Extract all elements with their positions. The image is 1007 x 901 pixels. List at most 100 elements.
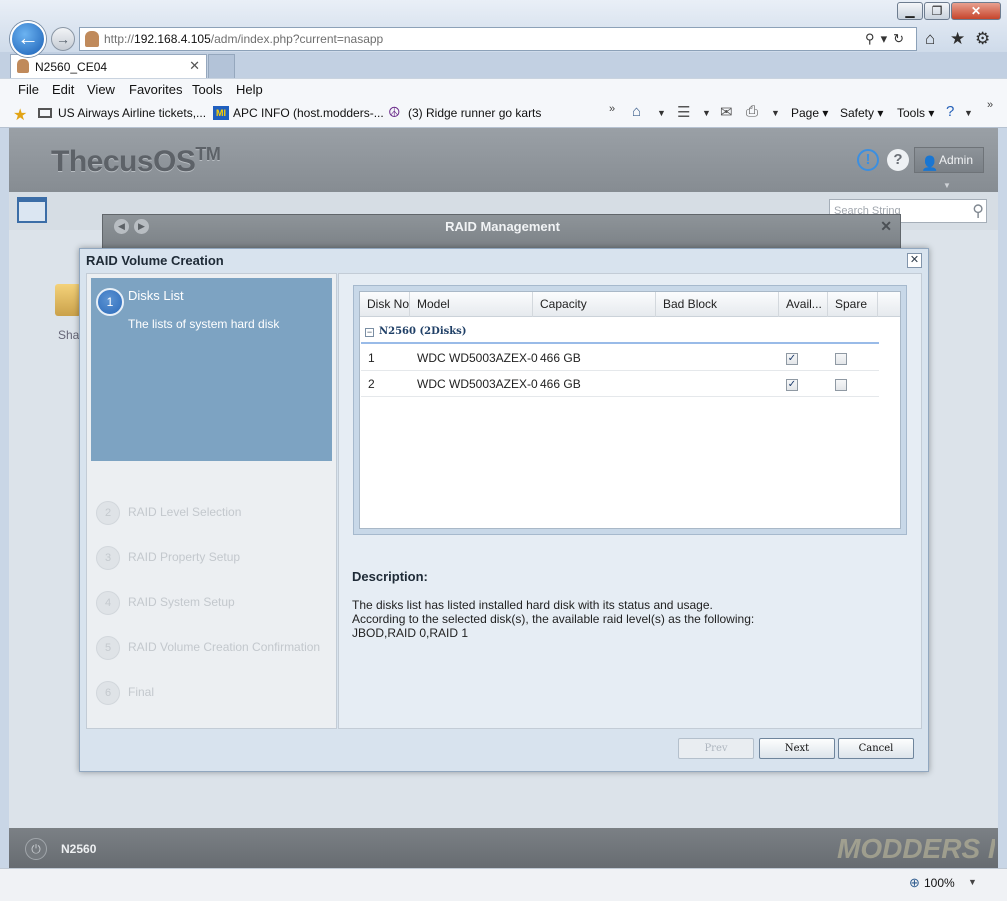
menu-edit[interactable]: Edit xyxy=(52,82,74,97)
step-label: Disks List xyxy=(128,288,184,303)
feeds-icon[interactable]: ☰ xyxy=(677,103,690,121)
power-icon[interactable]: ⏻ xyxy=(25,838,47,860)
more-favorites-icon[interactable]: » xyxy=(609,103,615,115)
column-bad-block[interactable]: Bad Block xyxy=(656,292,779,317)
modders-inc-watermark: MODDERS INC xyxy=(837,833,995,864)
os-footer: ⏻ N2560 MODDERS INC xyxy=(9,828,998,868)
column-spare[interactable]: Spare xyxy=(828,292,878,317)
mail-icon[interactable]: ✉ xyxy=(720,103,733,121)
refresh-icon[interactable]: ↻ xyxy=(893,31,910,46)
menu-tools[interactable]: Tools xyxy=(192,82,222,97)
share-folder-icon[interactable] xyxy=(55,284,81,316)
tab-n2560[interactable]: N2560_CE04 ✕ xyxy=(10,54,207,78)
maximize-button[interactable]: ❐ xyxy=(924,2,950,20)
cancel-button[interactable]: Cancel xyxy=(838,738,914,759)
close-window-button[interactable]: ✕ xyxy=(951,2,1001,20)
more-commands-icon[interactable]: » xyxy=(987,99,993,111)
step-number: 3 xyxy=(96,546,120,570)
favorite-airline-tickets[interactable]: Airline tickets,... xyxy=(122,106,206,120)
menu-file[interactable]: File xyxy=(18,82,39,97)
dropdown-icon[interactable]: ▼ xyxy=(657,108,666,118)
url-prefix: http:// xyxy=(104,32,135,46)
tab-favicon-icon xyxy=(17,59,29,73)
cell-disk-no: 2 xyxy=(368,377,375,391)
info-icon[interactable]: ! xyxy=(857,149,879,171)
search-icon[interactable]: ⚲ xyxy=(972,201,984,221)
favorite-ridge-runner[interactable]: (3) Ridge runner go karts xyxy=(408,106,541,120)
step-number: 6 xyxy=(96,681,120,705)
menu-bar: File Edit View Favorites Tools Help xyxy=(0,78,1007,100)
step-number: 5 xyxy=(96,636,120,660)
help-icon[interactable]: ? xyxy=(887,149,909,171)
dialog-close-button[interactable]: ✕ xyxy=(907,253,922,268)
back-button[interactable]: ← xyxy=(10,21,46,57)
disk-group-row[interactable]: − N2560 (2Disks) xyxy=(361,322,879,344)
available-checkbox[interactable]: ✓ xyxy=(786,353,798,365)
footer-model-name: N2560 xyxy=(61,842,97,856)
prev-button[interactable]: Prev xyxy=(678,738,754,759)
favorites-star-icon[interactable]: ★ xyxy=(950,29,965,49)
column-model[interactable]: Model xyxy=(410,292,533,317)
search-icon[interactable]: ⚲ xyxy=(865,31,881,46)
minimize-button[interactable]: ▁ xyxy=(897,2,923,20)
chevron-down-icon[interactable]: ▼ xyxy=(968,877,977,887)
safety-menu[interactable]: Safety ▾ xyxy=(840,106,883,120)
step-label: RAID Volume Creation Confirmation xyxy=(128,640,321,654)
home-icon[interactable]: ⌂ xyxy=(925,29,935,49)
close-icon[interactable]: ✕ xyxy=(880,218,892,235)
dropdown-icon[interactable]: ▾ xyxy=(881,31,894,46)
menu-help[interactable]: Help xyxy=(236,82,263,97)
table-header: Disk No Model Capacity Bad Block Avail..… xyxy=(360,292,900,317)
description-title: Description: xyxy=(352,569,428,584)
peace-icon: ☮ xyxy=(388,104,401,120)
step-label: RAID Property Setup xyxy=(128,550,241,564)
tools-menu[interactable]: Tools ▾ xyxy=(897,106,934,120)
page-menu[interactable]: Page ▾ xyxy=(791,106,828,120)
column-available[interactable]: Avail... xyxy=(779,292,828,317)
dropdown-icon[interactable]: ▼ xyxy=(702,108,711,118)
home-command-icon[interactable]: ⌂ xyxy=(632,103,641,120)
close-tab-icon[interactable]: ✕ xyxy=(189,58,200,74)
available-checkbox[interactable]: ✓ xyxy=(786,379,798,391)
column-disk-no[interactable]: Disk No xyxy=(360,292,410,317)
arrow-right-icon: → xyxy=(56,31,70,47)
dropdown-icon[interactable]: ▼ xyxy=(771,108,780,118)
column-capacity[interactable]: Capacity xyxy=(533,292,656,317)
new-tab-button[interactable] xyxy=(208,54,235,78)
disks-grid-frame: Disk No Model Capacity Bad Block Avail..… xyxy=(353,285,907,535)
wizard-content: Disk No Model Capacity Bad Block Avail..… xyxy=(338,273,922,729)
help-icon[interactable]: ? xyxy=(946,103,954,120)
spare-checkbox[interactable] xyxy=(835,353,847,365)
table-row[interactable]: 1 WDC WD5003AZEX-0 466 GB ✓ xyxy=(361,345,879,371)
favorite-apc-info[interactable]: APC INFO (host.modders-... xyxy=(233,106,384,120)
address-url[interactable]: http://192.168.4.105/adm/index.php?curre… xyxy=(104,32,383,46)
site-favicon-icon xyxy=(85,31,99,47)
control-panel-icon[interactable] xyxy=(17,197,47,223)
address-bar[interactable]: http://192.168.4.105/adm/index.php?curre… xyxy=(79,27,917,51)
description-line: According to the selected disk(s), the a… xyxy=(352,612,755,626)
cell-model: WDC WD5003AZEX-0 xyxy=(417,377,538,391)
dropdown-icon[interactable]: ▼ xyxy=(964,108,973,118)
os-logo: ThecusOSTM xyxy=(51,144,221,179)
add-favorite-star-icon[interactable]: ★ xyxy=(13,105,27,125)
raid-volume-creation-dialog: RAID Volume Creation ✕ 1 Disks List The … xyxy=(79,248,929,772)
zoom-level[interactable]: 100% xyxy=(924,876,955,890)
chevron-down-icon: ▼ xyxy=(943,181,951,190)
menu-favorites[interactable]: Favorites xyxy=(129,82,182,97)
next-button[interactable]: Next xyxy=(759,738,835,759)
menu-view[interactable]: View xyxy=(87,82,115,97)
spare-checkbox[interactable] xyxy=(835,379,847,391)
apc-icon: MI xyxy=(213,106,229,120)
print-icon[interactable]: ⎙ xyxy=(746,103,758,120)
step-disks-list[interactable]: 1 Disks List The lists of system hard di… xyxy=(91,278,332,461)
collapse-icon[interactable]: − xyxy=(365,328,374,337)
forward-button[interactable]: → xyxy=(51,27,75,51)
zoom-icon[interactable]: ⊕ xyxy=(909,875,920,891)
table-row[interactable]: 2 WDC WD5003AZEX-0 466 GB ✓ xyxy=(361,371,879,397)
step-label: Final xyxy=(128,685,155,699)
favorite-us-airways[interactable]: US Airways xyxy=(58,106,119,120)
admin-user-menu[interactable]: 👤 Admin ▼ xyxy=(914,147,984,190)
cell-model: WDC WD5003AZEX-0 xyxy=(417,351,538,365)
gear-icon[interactable]: ⚙ xyxy=(975,29,990,49)
cell-capacity: 466 GB xyxy=(540,377,581,391)
